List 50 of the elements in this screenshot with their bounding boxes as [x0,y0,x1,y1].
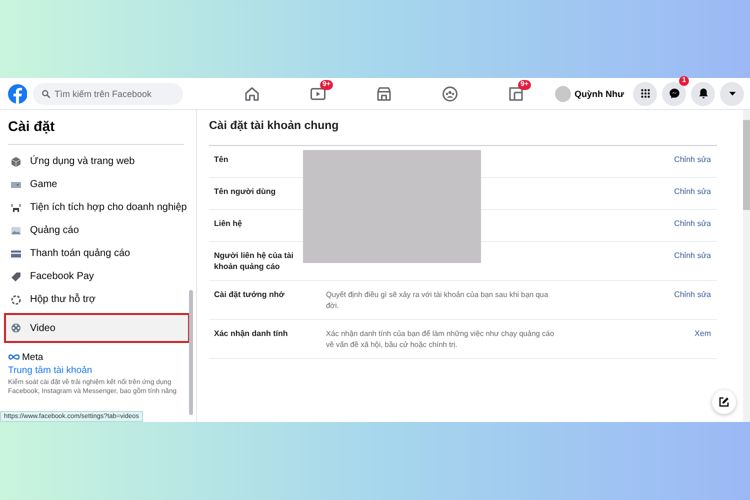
sidebar-title: Cài đặt [8,118,56,134]
edit-link[interactable]: Chỉnh sửa [674,289,711,300]
section-title: Cài đặt tài khoản chung [209,120,717,146]
account-menu-button[interactable] [720,82,744,106]
sidebar-item[interactable]: Game [8,173,196,196]
scrollbar[interactable] [743,110,750,422]
cube-icon [10,156,22,168]
tag-icon [10,270,22,282]
messenger-button[interactable] [662,82,686,106]
notifications-button[interactable] [691,82,715,106]
store-icon [375,84,394,102]
image-icon [10,224,22,236]
scrollbar-thumb[interactable] [743,120,750,210]
setting-label: Liên hệ [214,218,244,229]
film-reel-icon [10,322,22,334]
people-icon [441,84,460,102]
search-field[interactable]: Tìm kiếm trên Facebook [33,82,184,104]
pencil-square-icon [718,396,730,408]
edit-link[interactable]: Chỉnh sửa [674,250,711,261]
brand-name: Meta [22,352,44,362]
bell-icon [696,87,710,100]
sidebar-item[interactable]: Facebook Pay [8,265,196,288]
account-center-link[interactable]: Trung tâm tài khoản [8,365,196,376]
credit-card-icon [10,248,22,260]
setting-label: Xác nhận danh tính [214,328,289,339]
profile-button[interactable]: Quỳnh Như [555,86,628,102]
house-icon [243,84,262,102]
edit-link[interactable]: Chỉnh sửa [674,186,711,197]
menu-button[interactable] [633,82,657,106]
toolbox-icon [10,202,22,214]
facebook-logo [8,82,28,106]
sidebar-item[interactable]: Tiện ích tích hợp cho doanh nghiệp [8,196,196,219]
edit-link[interactable]: Chỉnh sửa [674,154,711,165]
chat-bubble-icon [668,87,680,100]
sidebar-item[interactable]: Ứng dụng và trang web [8,150,196,173]
sidebar-item[interactable]: Video [4,313,190,343]
sidebar-item[interactable]: Thanh toán quảng cáo [8,242,196,265]
setting-label: Tên [214,154,230,165]
sidebar-item[interactable]: Hộp thư hỗ trợ [8,288,196,311]
setting-label: Tên người dùng [214,186,277,197]
scrollbar-thumb[interactable] [189,290,193,415]
setting-label: Người liên hệ của tài khoản quảng cáo [214,250,294,272]
sidebar-item[interactable]: Quảng cáo [8,219,196,242]
avatar [555,86,572,102]
compose-button[interactable] [712,390,736,414]
grid-icon [638,87,652,100]
edit-link[interactable]: Chỉnh sửa [674,218,711,229]
ring-icon [10,294,22,306]
edit-link[interactable]: Xem [694,328,711,339]
setting-label: Cài đặt tưởng nhớ [214,289,286,300]
